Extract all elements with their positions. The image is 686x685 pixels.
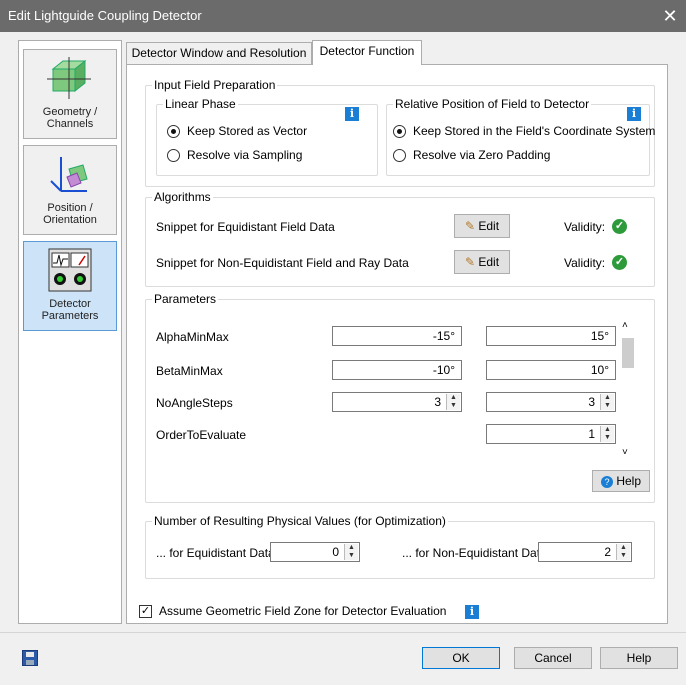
spinner-arrows-icon[interactable]: ▲ ▼ bbox=[600, 426, 614, 442]
param-max-field[interactable]: 15° bbox=[486, 326, 616, 346]
parameters-scrollbar[interactable]: ˄ ˅ bbox=[620, 320, 634, 458]
tab-detector-function[interactable]: Detector Function bbox=[312, 40, 422, 65]
param-name: NoAngleSteps bbox=[156, 396, 233, 410]
title-bar: Edit Lightguide Coupling Detector ✕ bbox=[0, 0, 686, 32]
spinner-arrows-icon[interactable]: ▲ ▼ bbox=[446, 394, 460, 410]
param-name: BetaMinMax bbox=[156, 364, 223, 378]
algorithm-label: Snippet for Non-Equidistant Field and Ra… bbox=[156, 256, 409, 270]
cancel-button[interactable]: Cancel bbox=[514, 647, 592, 669]
scroll-down-icon[interactable]: ˅ bbox=[622, 447, 628, 458]
spinner-value: 3 bbox=[588, 395, 595, 409]
help-icon: ? bbox=[600, 476, 613, 488]
valid-check-icon: ✓ bbox=[612, 255, 627, 270]
info-icon[interactable]: i bbox=[465, 605, 479, 619]
spinner-arrows-icon[interactable]: ▲ ▼ bbox=[616, 544, 630, 560]
parameters-help-button[interactable]: ? Help bbox=[592, 470, 650, 492]
parameters-group: Parameters AlphaMinMax -15° 15° BetaMinM… bbox=[145, 292, 655, 503]
detector-parameters-icon bbox=[48, 248, 92, 292]
valid-check-icon: ✓ bbox=[612, 219, 627, 234]
param-name: OrderToEvaluate bbox=[156, 428, 247, 442]
spinner-arrows-icon[interactable]: ▲ ▼ bbox=[600, 394, 614, 410]
nav-item-geometry-channels[interactable]: Geometry / Channels bbox=[23, 49, 117, 139]
spinner-value: 3 bbox=[434, 395, 441, 409]
pencil-icon: ✎ bbox=[464, 219, 476, 233]
spinner-value: 0 bbox=[332, 545, 339, 559]
group-title: Parameters bbox=[152, 292, 219, 306]
ok-button[interactable]: OK bbox=[422, 647, 500, 669]
param-max-field[interactable]: 10° bbox=[486, 360, 616, 380]
param-name: AlphaMinMax bbox=[156, 330, 229, 344]
nav-label-line2: Channels bbox=[46, 118, 94, 130]
nav-panel: Geometry / Channels Position / Orientati… bbox=[18, 40, 122, 624]
algorithm-label: Snippet for Equidistant Field Data bbox=[156, 220, 335, 234]
pencil-icon: ✎ bbox=[464, 255, 476, 269]
help-button-label: Help bbox=[616, 474, 642, 488]
linear-phase-group: Linear Phase i Keep Stored as Vector Res… bbox=[156, 97, 378, 176]
assume-geometric-checkbox[interactable]: ✓ bbox=[139, 605, 152, 618]
param-min-spinner[interactable]: 3 ▲ ▼ bbox=[332, 392, 462, 412]
nav-label-line1: Geometry / bbox=[42, 106, 98, 118]
spinner-value: 2 bbox=[604, 545, 611, 559]
radio-resolve-zero-padding[interactable] bbox=[393, 149, 406, 162]
param-max-spinner[interactable]: 1 ▲ ▼ bbox=[486, 424, 616, 444]
param-min-field[interactable]: -15° bbox=[332, 326, 462, 346]
tab-detector-window-resolution[interactable]: Detector Window and Resolution bbox=[126, 42, 312, 64]
equidistant-spinner[interactable]: 0 ▲ ▼ bbox=[270, 542, 360, 562]
edit-non-equidistant-button[interactable]: ✎ Edit bbox=[454, 250, 510, 274]
footer-separator bbox=[0, 632, 686, 633]
param-max-spinner[interactable]: 3 ▲ ▼ bbox=[486, 392, 616, 412]
radio-keep-stored-coordinate-system[interactable] bbox=[393, 125, 406, 138]
validity-label: Validity: bbox=[564, 220, 606, 234]
window-title: Edit Lightguide Coupling Detector bbox=[8, 8, 202, 23]
save-icon[interactable] bbox=[22, 650, 38, 666]
group-title: Relative Position of Field to Detector bbox=[393, 97, 592, 111]
nav-label-line1: Position / bbox=[47, 202, 93, 214]
nav-item-detector-parameters[interactable]: Detector Parameters bbox=[23, 241, 117, 331]
nav-label-line2: Orientation bbox=[43, 214, 97, 226]
tab-page-detector-function: Input Field Preparation Linear Phase i K… bbox=[126, 64, 668, 624]
spinner-arrows-icon[interactable]: ▲ ▼ bbox=[344, 544, 358, 560]
nav-label-line1: Detector bbox=[49, 298, 91, 310]
radio-label: Resolve via Sampling bbox=[187, 148, 303, 162]
algorithms-group: Algorithms Snippet for Equidistant Field… bbox=[145, 190, 655, 287]
validity-label: Validity: bbox=[564, 256, 606, 270]
info-icon[interactable]: i bbox=[627, 107, 641, 121]
position-orientation-icon bbox=[50, 157, 88, 192]
radio-resolve-sampling[interactable] bbox=[167, 149, 180, 162]
edit-equidistant-button[interactable]: ✎ Edit bbox=[454, 214, 510, 238]
group-title: Linear Phase bbox=[163, 97, 238, 111]
assume-geometric-label: Assume Geometric Field Zone for Detector… bbox=[159, 604, 447, 618]
footer-help-button[interactable]: Help bbox=[600, 647, 678, 669]
equidistant-label: ... for Equidistant Data bbox=[156, 546, 275, 560]
scroll-up-icon[interactable]: ˄ bbox=[622, 320, 628, 331]
relative-position-group: Relative Position of Field to Detector i… bbox=[386, 97, 655, 176]
group-title: Number of Resulting Physical Values (for… bbox=[152, 514, 448, 528]
info-icon[interactable]: i bbox=[345, 107, 359, 121]
close-icon[interactable]: ✕ bbox=[658, 4, 682, 28]
resulting-values-group: Number of Resulting Physical Values (for… bbox=[145, 514, 655, 579]
nav-label-line2: Parameters bbox=[41, 310, 99, 322]
group-title: Algorithms bbox=[152, 190, 213, 204]
input-field-preparation-group: Input Field Preparation Linear Phase i K… bbox=[145, 78, 655, 187]
nav-item-position-orientation[interactable]: Position / Orientation bbox=[23, 145, 117, 235]
scrollbar-thumb[interactable] bbox=[622, 338, 634, 368]
radio-label: Resolve via Zero Padding bbox=[413, 148, 551, 162]
edit-button-label: Edit bbox=[478, 219, 500, 233]
radio-keep-stored-vector[interactable] bbox=[167, 125, 180, 138]
radio-label: Keep Stored in the Field's Coordinate Sy… bbox=[413, 124, 656, 138]
group-title: Input Field Preparation bbox=[152, 78, 278, 92]
non-equidistant-label: ... for Non-Equidistant Data bbox=[402, 546, 547, 560]
spinner-value: 1 bbox=[588, 427, 595, 441]
non-equidistant-spinner[interactable]: 2 ▲ ▼ bbox=[538, 542, 632, 562]
radio-label: Keep Stored as Vector bbox=[187, 124, 308, 138]
edit-button-label: Edit bbox=[478, 255, 500, 269]
param-min-field[interactable]: -10° bbox=[332, 360, 462, 380]
geometry-channels-icon bbox=[47, 57, 91, 99]
